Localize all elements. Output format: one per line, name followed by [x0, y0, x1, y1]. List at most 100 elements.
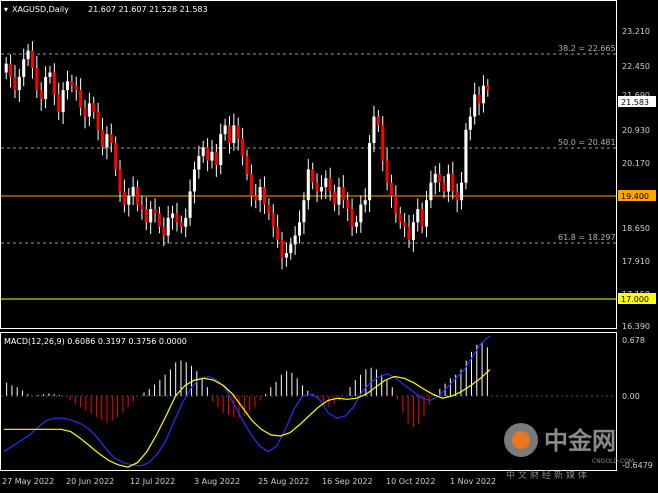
candle	[35, 68, 39, 91]
candle	[319, 187, 323, 192]
candle	[192, 169, 196, 192]
fib-618-label: 61.8 = 18.297	[558, 233, 616, 242]
candle	[293, 235, 297, 245]
macd-tick: 0.00	[622, 392, 640, 401]
date-axis[interactable]: 27 May 2022 20 Jun 2022 12 Jul 2022 3 Au…	[2, 477, 496, 486]
candle	[389, 182, 394, 196]
candle	[166, 217, 170, 236]
candle	[96, 112, 100, 130]
candle	[473, 94, 477, 117]
price-tick: 23.210	[622, 27, 650, 36]
macd-tick: 0.678	[622, 336, 645, 345]
candle	[17, 76, 21, 91]
candle	[197, 156, 201, 170]
date-tick: 20 Jun 2022	[66, 477, 114, 486]
candle	[486, 85, 490, 91]
candle	[70, 81, 74, 86]
candle	[424, 200, 429, 227]
candle	[394, 195, 398, 214]
price-tick: 18.650	[622, 224, 650, 233]
candle	[131, 187, 135, 196]
candle	[48, 72, 52, 77]
trading-chart[interactable]: ▾ XAGUSD,Daily 21.607 21.607 21.528 21.5…	[0, 0, 658, 493]
candle	[398, 213, 402, 223]
candle	[368, 142, 372, 201]
candle	[464, 129, 468, 183]
date-tick: 12 Jul 2022	[130, 477, 175, 486]
fib-500-label: 50.0 = 20.481	[558, 138, 616, 147]
candle	[184, 217, 188, 227]
candle	[245, 156, 249, 174]
candle	[92, 103, 96, 113]
symbol-icon: ▾	[4, 5, 8, 14]
candle	[30, 50, 34, 69]
candle	[271, 213, 275, 227]
candle	[363, 200, 367, 205]
candle	[214, 151, 218, 165]
candle	[227, 125, 232, 143]
price-tick: 20.930	[622, 126, 650, 135]
candle	[153, 209, 157, 214]
symbol-label: XAGUSD,Daily	[12, 5, 69, 14]
candle	[350, 209, 354, 227]
candle	[175, 213, 179, 223]
candle	[346, 200, 350, 210]
candle	[219, 134, 223, 165]
candle	[354, 222, 358, 227]
candle	[61, 90, 65, 113]
candle	[118, 169, 122, 192]
date-tick: 16 Sep 2022	[322, 477, 373, 486]
candle	[477, 94, 481, 104]
candle	[315, 182, 319, 192]
candle	[241, 138, 245, 157]
candle	[157, 213, 161, 227]
candle	[446, 173, 450, 192]
candle	[433, 173, 437, 183]
date-tick: 27 May 2022	[2, 477, 54, 486]
candle	[210, 151, 214, 161]
date-tick: 3 Aug 2022	[194, 477, 240, 486]
candle	[13, 76, 17, 91]
candle	[372, 116, 376, 143]
level-19400-label: 19.400	[621, 192, 649, 201]
price-tick: 16.390	[622, 322, 650, 331]
candle	[403, 222, 407, 227]
price-tick: 22.450	[622, 62, 650, 71]
date-tick: 10 Oct 2022	[386, 477, 435, 486]
candle	[460, 182, 464, 201]
candle	[442, 182, 446, 192]
candle	[258, 187, 262, 201]
macd-axis[interactable]: 0.678 0.00 -0.6479	[622, 336, 653, 470]
price-tick: 17.910	[622, 257, 650, 266]
macd-label: MACD(12,26,9) 0.6086 0.3197 0.3756 0.000…	[4, 337, 187, 346]
candle	[188, 191, 192, 218]
candle	[306, 169, 310, 201]
candles	[4, 41, 490, 270]
watermark-brand: 中金网	[544, 427, 616, 455]
price-axis[interactable]: 23.210 22.450 21.690 20.930 20.170 18.65…	[618, 27, 656, 331]
current-price-label: 21.583	[621, 98, 649, 107]
candle	[162, 226, 166, 236]
candle	[39, 90, 43, 99]
candle	[9, 63, 13, 77]
candle	[328, 178, 332, 192]
candle	[333, 191, 337, 205]
candle	[74, 85, 78, 91]
candle	[407, 226, 411, 240]
candle	[26, 50, 30, 60]
candle	[22, 59, 26, 77]
candle	[122, 191, 126, 205]
candle	[324, 178, 328, 188]
candle	[44, 76, 48, 99]
level-17000-label: 17.000	[621, 295, 649, 304]
candle	[171, 213, 175, 218]
candle	[4, 63, 8, 73]
candle	[416, 209, 420, 223]
watermark-slogan: 中文财经新媒体	[506, 469, 590, 481]
price-tick: 20.170	[622, 159, 650, 168]
candle	[87, 103, 91, 117]
candle	[298, 222, 302, 236]
watermark-domain: CNGOLD.COM	[592, 458, 634, 465]
candle	[284, 253, 288, 258]
candle	[179, 222, 183, 227]
